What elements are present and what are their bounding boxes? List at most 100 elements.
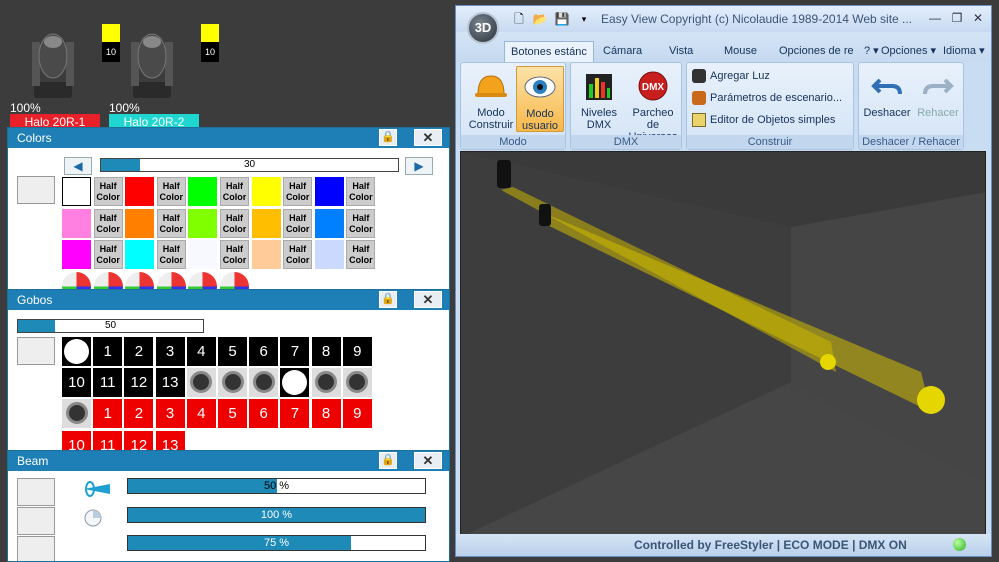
half-color-button[interactable]: Half Color [220, 177, 249, 206]
gobo-item[interactable]: 2 [124, 337, 154, 366]
open-folder-icon[interactable]: 📂 [532, 11, 548, 27]
close-button[interactable]: ✕ [968, 10, 988, 26]
gobo-item[interactable]: 6 [249, 337, 279, 366]
gobo-item[interactable]: 3 [155, 337, 185, 366]
next-arrow-button[interactable]: ▶ [405, 157, 433, 175]
gobo-item[interactable]: 7 [280, 337, 310, 366]
close-panel-button[interactable]: ✕ [414, 291, 442, 308]
color-slider[interactable]: 30 [100, 158, 399, 172]
color-swatch[interactable] [188, 240, 218, 270]
open-gobo[interactable] [280, 368, 310, 398]
color-swatch[interactable] [125, 208, 155, 238]
gobo-item[interactable]: 3 [155, 399, 185, 429]
tab-botones[interactable]: Botones estánc [504, 41, 594, 62]
half-color-button[interactable]: Half Color [156, 177, 186, 206]
gobo-item[interactable]: 6 [249, 399, 279, 429]
color-swatch[interactable] [314, 240, 344, 270]
beam-button-3[interactable] [17, 536, 55, 561]
half-color-button[interactable]: Half Color [156, 240, 186, 270]
lock-icon[interactable]: 🔒 [379, 291, 397, 308]
half-color-button[interactable]: Half Color [283, 240, 313, 270]
modo-construir-button[interactable]: Modo Construir [467, 66, 515, 132]
gobo-item[interactable]: 13 [155, 368, 185, 398]
restore-button[interactable]: ❐ [947, 10, 967, 26]
half-color-button[interactable]: Half Color [346, 240, 376, 270]
lock-icon[interactable]: 🔒 [379, 452, 397, 469]
close-panel-button[interactable]: ✕ [414, 452, 442, 469]
half-color-button[interactable]: Half Color [283, 177, 313, 206]
gobo-item[interactable]: 11 [93, 430, 123, 450]
new-file-icon[interactable]: 🗋 [511, 11, 527, 27]
color-swatch[interactable] [62, 240, 91, 270]
color-wheel-icon[interactable] [125, 271, 155, 289]
gobo-item[interactable]: 5 [218, 399, 247, 429]
gobo-item[interactable]: 2 [124, 399, 154, 429]
color-swatch[interactable] [251, 208, 281, 238]
open-color-button[interactable] [17, 176, 55, 204]
half-color-button[interactable]: Half Color [156, 208, 186, 238]
color-wheel-icon[interactable] [62, 271, 91, 289]
gobo-item[interactable]: 7 [280, 399, 310, 429]
gobo-item[interactable]: 10 [62, 368, 91, 398]
gobo-item[interactable]: 12 [124, 368, 154, 398]
parametros-button[interactable]: Parámetros de escenario... [692, 88, 842, 108]
fixture-model-2[interactable] [539, 204, 551, 226]
gobo-item[interactable]: 9 [342, 337, 372, 366]
tab-vista[interactable]: Vista [663, 41, 699, 62]
gobo-item[interactable]: 8 [311, 337, 341, 366]
fixture-halo-1[interactable]: 10 100% Halo 20R-1 [10, 8, 120, 130]
save-icon[interactable]: 💾 [554, 11, 570, 27]
gobo-slider[interactable]: 50 [17, 319, 204, 333]
half-color-button[interactable]: Half Color [346, 208, 376, 238]
parcheo-button[interactable]: DMX Parcheo de Universos [625, 66, 681, 143]
rehacer-button[interactable]: Rehacer [913, 66, 963, 132]
app-orb-button[interactable]: 3D [467, 12, 499, 44]
gobo-rotate-icon[interactable] [62, 399, 91, 429]
tab-camara[interactable]: Cámara [597, 41, 648, 62]
prev-arrow-button[interactable]: ◀ [64, 157, 92, 175]
gobo-item[interactable]: 1 [93, 337, 123, 366]
half-color-button[interactable]: Half Color [346, 177, 376, 206]
qat-dropdown-icon[interactable]: ▾ [576, 11, 592, 27]
gobo-rotate-icon[interactable] [342, 368, 372, 398]
color-wheel-icon[interactable] [156, 271, 186, 289]
color-swatch[interactable] [125, 240, 155, 270]
color-swatch[interactable] [125, 177, 155, 206]
color-swatch[interactable] [62, 208, 91, 238]
gobo-item[interactable]: 4 [186, 399, 216, 429]
color-wheel-icon[interactable] [188, 271, 218, 289]
gobo-item[interactable]: 13 [155, 430, 185, 450]
editor-objetos-button[interactable]: Editor de Objetos simples [692, 110, 835, 130]
half-color-button[interactable]: Half Color [220, 240, 249, 270]
gobo-item[interactable]: 5 [218, 337, 247, 366]
gobo-item[interactable]: 4 [186, 337, 216, 366]
niveles-dmx-button[interactable]: Niveles DMX [575, 66, 623, 132]
gobo-rotate-icon[interactable] [311, 368, 341, 398]
beam-button-1[interactable] [17, 478, 55, 506]
zoom-bar[interactable]: 50 % [127, 478, 426, 494]
modo-usuario-button[interactable]: Modo usuario [516, 66, 564, 132]
tab-mouse[interactable]: Mouse [718, 41, 763, 62]
close-panel-button[interactable]: ✕ [414, 129, 442, 146]
gobo-item[interactable]: 10 [62, 430, 91, 450]
color-swatch[interactable] [188, 208, 218, 238]
gobo-rotate-icon[interactable] [249, 368, 279, 398]
beam-button-2[interactable] [17, 507, 55, 535]
half-color-button[interactable]: Half Color [93, 240, 123, 270]
minimize-button[interactable]: — [925, 10, 945, 26]
options-menu[interactable]: Opciones ▾ [875, 41, 942, 62]
half-color-button[interactable]: Half Color [283, 208, 313, 238]
deshacer-button[interactable]: Deshacer [861, 66, 913, 132]
open-gobo[interactable] [62, 337, 91, 366]
color-swatch[interactable] [251, 240, 281, 270]
tab-opciones-de[interactable]: Opciones de re [773, 41, 860, 62]
color-swatch[interactable] [62, 177, 91, 206]
focus-bar[interactable]: 75 % [127, 535, 426, 551]
gobo-item[interactable]: 11 [93, 368, 123, 398]
gobo-item[interactable]: 12 [124, 430, 154, 450]
gobo-rotate-icon[interactable] [218, 368, 247, 398]
color-swatch[interactable] [188, 177, 218, 206]
color-wheel-icon[interactable] [220, 271, 249, 289]
gobo-item[interactable]: 8 [311, 399, 341, 429]
gobo-item[interactable]: 9 [342, 399, 372, 429]
